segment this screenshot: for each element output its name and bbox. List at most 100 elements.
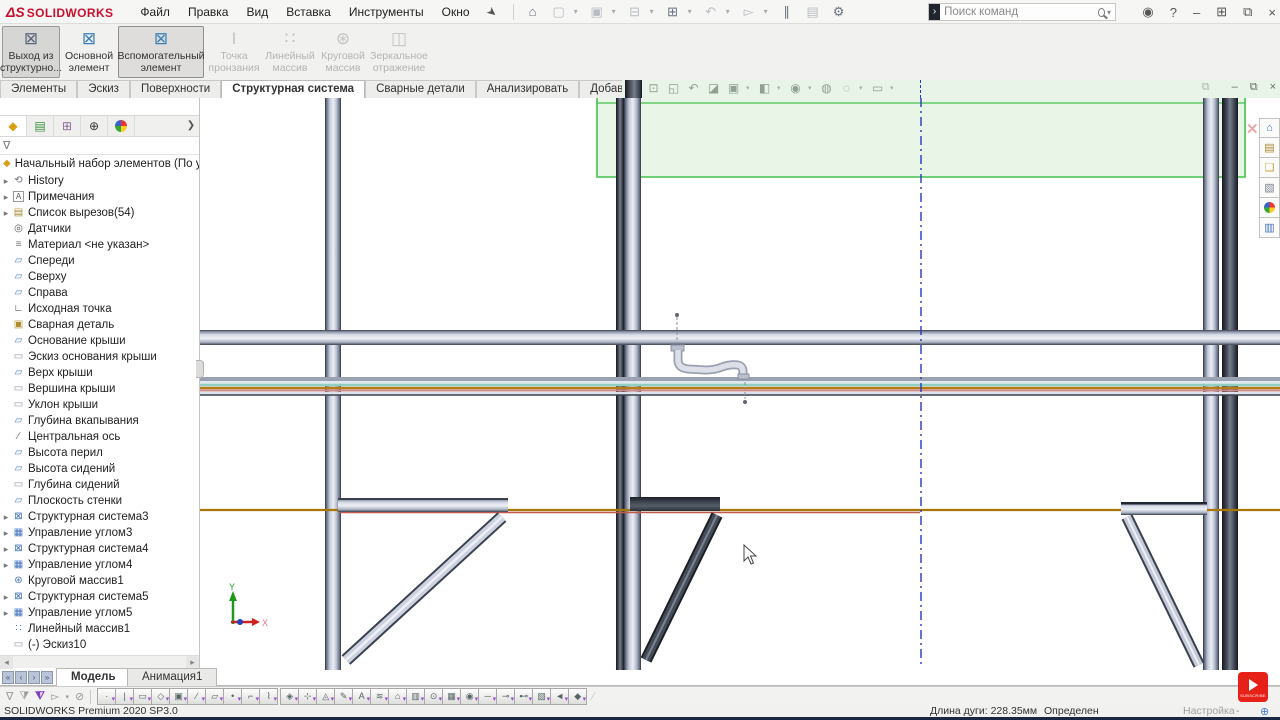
maximize-icon[interactable]: ⊞	[1216, 4, 1227, 20]
view-orientation-icon[interactable]: ▣	[726, 81, 741, 95]
chevron-down-icon[interactable]: ▾	[726, 7, 734, 16]
chevron-down-icon[interactable]: ▾	[612, 7, 620, 16]
selection-filter-button[interactable]: ✎	[334, 688, 353, 705]
options-icon[interactable]: ⚙	[828, 4, 850, 20]
tab-weldments[interactable]: Сварные детали	[365, 80, 476, 98]
chevron-down-icon[interactable]: ▾	[808, 84, 814, 92]
tab-features[interactable]: Элементы	[0, 80, 77, 98]
filter-point-button[interactable]: •	[223, 688, 242, 705]
save-icon[interactable]: ⊟	[624, 4, 646, 20]
help-icon[interactable]: ?	[1170, 5, 1177, 20]
expand-arrow-icon[interactable]	[0, 207, 12, 219]
tree-item[interactable]: Структурная система3	[0, 509, 199, 525]
close-icon[interactable]: ×	[1268, 5, 1276, 20]
menu-insert[interactable]: Вставка	[277, 0, 340, 24]
restore-icon[interactable]: ⧉	[1250, 81, 1258, 94]
zoom-area-icon[interactable]: ◱	[666, 81, 681, 95]
last-tab-icon[interactable]: »	[41, 671, 53, 684]
new-document-icon[interactable]: ▢	[548, 4, 570, 20]
tree-item[interactable]: Высота перил	[0, 445, 199, 461]
chevron-down-icon[interactable]: ▾	[650, 7, 658, 16]
menu-edit[interactable]: Правка	[179, 0, 238, 24]
tree-item[interactable]: Исходная точка	[0, 301, 199, 317]
tree-item[interactable]: Сварная деталь	[0, 317, 199, 333]
report-icon[interactable]: ▤	[802, 4, 824, 20]
tree-item[interactable]: Управление углом3	[0, 525, 199, 541]
search-input[interactable]	[944, 6, 1098, 18]
undo-icon[interactable]: ↶	[700, 4, 722, 20]
selection-filter-button[interactable]: ⊸	[496, 688, 515, 705]
selection-filter-button[interactable]: ▥	[406, 688, 425, 705]
task-pane-home-button[interactable]: ⌂	[1259, 118, 1280, 138]
tree-item[interactable]: Примечания	[0, 189, 199, 205]
previous-tab-icon[interactable]: ‹	[15, 671, 27, 684]
tree-item[interactable]: Спереди	[0, 253, 199, 269]
selection-filter-button[interactable]: ◉	[460, 688, 479, 705]
filter-plane-button[interactable]: ▱	[205, 688, 224, 705]
expand-arrow-icon[interactable]	[0, 191, 12, 203]
graphics-viewport[interactable]: Y X ✕ ⌂ ▤ ❏ ▧ ▥	[200, 98, 1280, 670]
filter-skeleton-button[interactable]: ⌇	[259, 688, 278, 705]
selection-filter-button[interactable]: ─	[478, 688, 497, 705]
tree-item[interactable]: Управление углом4	[0, 557, 199, 573]
tree-filter-row[interactable]: ∇	[0, 137, 199, 155]
chevron-down-icon[interactable]: ▾	[777, 84, 783, 92]
section-view-icon[interactable]: ◪	[706, 81, 721, 95]
tree-item[interactable]: Список вырезов(54)	[0, 205, 199, 221]
subscribe-overlay[interactable]: SUBSCRIBE	[1238, 672, 1268, 702]
selection-filter-button[interactable]: ⊷	[514, 688, 533, 705]
user-account-icon[interactable]: ◉	[1142, 4, 1153, 20]
home-icon[interactable]: ⌂	[522, 4, 544, 19]
restore-icon[interactable]: ⧉	[1202, 81, 1210, 94]
expand-arrow-icon[interactable]	[0, 559, 12, 571]
circular-pattern-button[interactable]: ⊛ Круговой массив	[318, 26, 368, 78]
panel-splitter-handle[interactable]	[196, 360, 204, 378]
tab-animation[interactable]: Анимация1	[127, 668, 217, 686]
zoom-fit-icon[interactable]: ⊡	[646, 81, 661, 95]
menu-window[interactable]: Окно	[433, 0, 479, 24]
tree-item[interactable]: Эскиз основания крыши	[0, 349, 199, 365]
custom-properties-button[interactable]: ▥	[1259, 218, 1280, 238]
chevron-down-icon[interactable]: ▾	[890, 84, 896, 92]
select-arrow-icon[interactable]: ▻	[51, 690, 59, 703]
previous-view-icon[interactable]: ↶	[686, 81, 701, 95]
panel-expand-icon[interactable]: ❯	[183, 116, 199, 136]
search-icon[interactable]	[1098, 8, 1105, 17]
tab-model[interactable]: Модель	[56, 668, 131, 686]
close-icon[interactable]: ×	[1270, 81, 1276, 94]
minimize-icon[interactable]: –	[1193, 5, 1200, 20]
scroll-right-icon[interactable]: ▸	[186, 656, 199, 669]
mirror-button[interactable]: ◫ Зеркальное отражение	[370, 26, 428, 78]
filter-faces-button[interactable]: ▭	[133, 688, 152, 705]
expand-arrow-icon[interactable]	[0, 591, 12, 603]
expand-arrow-icon[interactable]	[0, 607, 12, 619]
tree-item[interactable]: Управление углом5	[0, 605, 199, 621]
secondary-member-button[interactable]: ⊠ Вспомогательный элемент	[118, 26, 204, 78]
chevron-down-icon[interactable]: ▾	[764, 7, 772, 16]
selection-filter-button[interactable]: ⌂	[388, 688, 407, 705]
expand-arrow-icon[interactable]	[0, 511, 12, 523]
tree-item[interactable]: Основание крыши	[0, 333, 199, 349]
expand-arrow-icon[interactable]	[0, 175, 12, 187]
tab-structure-system[interactable]: Структурная система	[221, 80, 365, 98]
filter-solid-button[interactable]: ▣	[169, 688, 188, 705]
first-tab-icon[interactable]: «	[2, 671, 14, 684]
tree-item[interactable]: Глубина вкапывания	[0, 413, 199, 429]
filter-icon[interactable]: ∇	[6, 690, 13, 703]
minimize-icon[interactable]: –	[1232, 81, 1238, 94]
view-settings-icon[interactable]: ▭	[870, 81, 885, 95]
selection-filter-button[interactable]: ⊹	[298, 688, 317, 705]
print-icon[interactable]: ⊞	[662, 4, 684, 20]
attachments-icon[interactable]: ∥	[776, 4, 798, 20]
exit-structure-system-button[interactable]: ⊠ Выход из структурно...	[2, 26, 60, 78]
filter-axis-button[interactable]: ∕	[187, 688, 206, 705]
scroll-left-icon[interactable]: ◂	[0, 656, 13, 669]
hide-show-items-icon[interactable]: ◉	[788, 81, 803, 95]
command-search[interactable]: › ▾	[928, 3, 1116, 21]
chevron-down-icon[interactable]: ▾	[859, 84, 865, 92]
tree-item[interactable]: Материал <не указан>	[0, 237, 199, 253]
linear-pattern-button[interactable]: ∷ Линейный массив	[264, 26, 316, 78]
display-style-icon[interactable]: ◧	[757, 81, 772, 95]
menu-tools[interactable]: Инструменты	[340, 0, 433, 24]
tree-item[interactable]: Плоскость стенки	[0, 493, 199, 509]
